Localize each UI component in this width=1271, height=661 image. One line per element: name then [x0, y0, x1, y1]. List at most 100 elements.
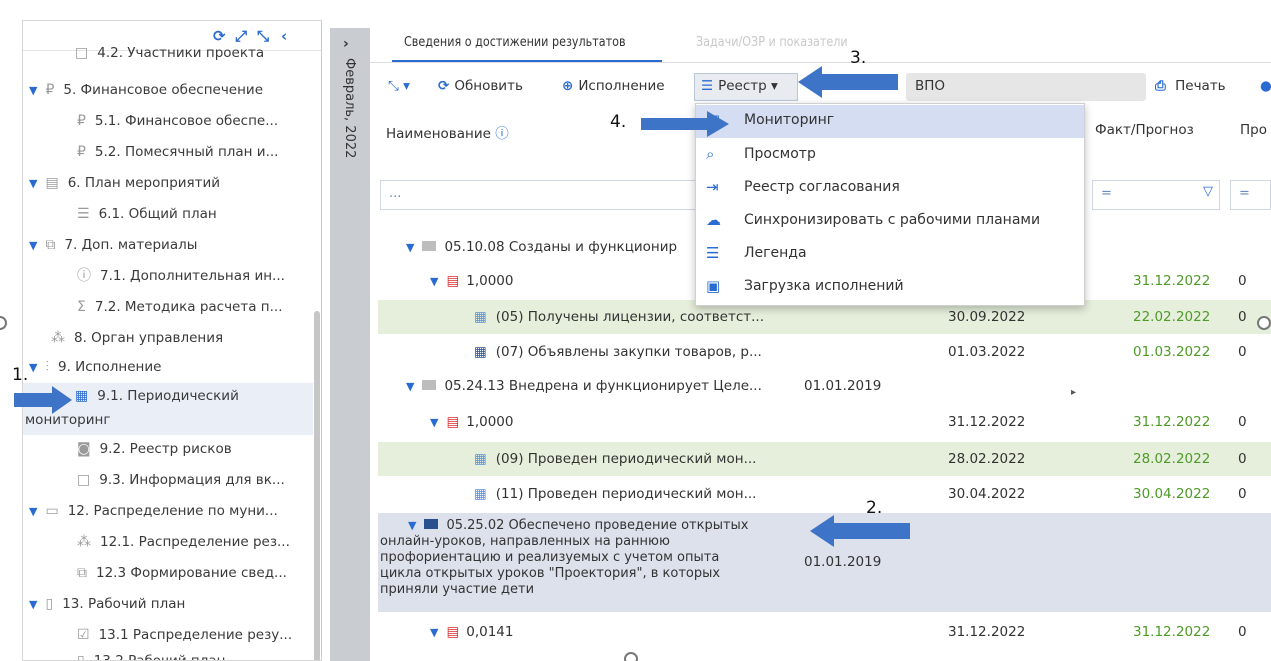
table-row[interactable]: ▦ (09) Проведен периодический мон... 28.0…: [378, 442, 1271, 476]
calendar-check-icon: ▦: [75, 388, 89, 404]
tree-item[interactable]: ▯ 13.2 Рабочий план...: [77, 649, 238, 660]
annotation-label: 4.: [610, 112, 627, 132]
tree-item[interactable]: ⧉ 12.3 Формирование свед...: [77, 558, 287, 588]
list-icon: ☰: [706, 244, 720, 262]
caret-down-icon[interactable]: ▼: [430, 416, 438, 429]
table-row[interactable]: ▦ (07) Объявлены закупки товаров, р... 01…: [378, 335, 1271, 369]
registry-dropdown-menu: ▦Мониторинг ⌕Просмотр ⇥Реестр согласован…: [695, 103, 1085, 398]
caret-down-icon[interactable]: ▼: [29, 239, 37, 252]
tree-item[interactable]: ▼ ▤ 6. План мероприятий: [29, 168, 220, 198]
calendar-icon: ▦: [474, 309, 487, 325]
tree-item[interactable]: ▼ ▭ 12. Распределение по муни...: [29, 496, 278, 526]
filter-next-input[interactable]: =: [1230, 180, 1271, 210]
tree-item[interactable]: Σ 7.2. Методика расчета п...: [77, 292, 283, 322]
indicator-icon: ▤: [446, 273, 460, 289]
menu-item-legend[interactable]: ☰ Легенда: [696, 238, 1084, 271]
table-row[interactable]: ▼ 05.24.13 Внедрена и функционирует Целе.…: [378, 369, 1271, 403]
tree-item[interactable]: ⁂ 12.1. Распределение рез...: [77, 527, 290, 557]
registry-dropdown-button[interactable]: ☰ Реестр ▾: [694, 73, 798, 101]
tree-item[interactable]: ⁂ 8. Орган управления: [51, 323, 223, 353]
filter-name-input[interactable]: ...: [380, 180, 700, 210]
navigation-tree-panel: ⟳ ⤢ ⤡ ‹ □ 4.2. Участники проекта ▼ ₽5. Фин…: [22, 20, 322, 661]
filter-icon[interactable]: ▽: [1203, 184, 1213, 199]
caret-down-icon[interactable]: ▼: [29, 177, 37, 190]
column-header-name[interactable]: Наименование ⓘ: [386, 122, 509, 142]
tree-item[interactable]: ₽5.2. Помесячный план и...: [77, 137, 278, 167]
ruble-icon: ₽: [45, 82, 55, 98]
caret-down-icon[interactable]: ▼: [29, 361, 37, 374]
tree-item[interactable]: ◙ 9.2. Реестр рисков: [77, 434, 232, 464]
annotation-arrow-right-icon: [14, 386, 72, 414]
menu-item-sync-work-plans[interactable]: ☁ Синхронизировать с рабочими планами: [696, 205, 1084, 238]
chevron-left-icon[interactable]: ‹: [281, 27, 287, 45]
column-header-next[interactable]: Про: [1240, 122, 1267, 138]
menu-item-view[interactable]: ⌕ Просмотр: [696, 139, 1084, 172]
tab-tasks[interactable]: Задачи/ОЗР и показатели: [696, 35, 848, 50]
tab-results[interactable]: Сведения о достижении результатов: [404, 35, 626, 50]
resize-handle-icon[interactable]: [1257, 316, 1271, 330]
expand-dropdown-button[interactable]: ⤡ ▾: [388, 78, 410, 94]
tree-item[interactable]: ☰ 6.1. Общий план: [77, 199, 217, 229]
documents-icon: ⧉: [77, 565, 87, 581]
tree-item[interactable]: □ 4.2. Участники проекта: [75, 45, 264, 61]
help-icon[interactable]: ⓘ: [495, 126, 509, 142]
org-icon: ⁂: [51, 330, 65, 346]
risk-icon: ◙: [77, 441, 91, 457]
menu-item-upload-executions[interactable]: ▣ Загрузка исполнений: [696, 271, 1084, 304]
folder-icon: [422, 380, 437, 390]
resize-handle-icon[interactable]: [0, 316, 7, 330]
printer-icon: ⎙: [1155, 78, 1166, 94]
caret-down-icon[interactable]: ▼: [406, 380, 414, 393]
hierarchy-icon: ⁂: [77, 534, 91, 550]
collapse-icon[interactable]: ⤡: [257, 27, 269, 45]
folder-icon: ▭: [45, 503, 59, 519]
search-input[interactable]: ВПО: [906, 73, 1146, 101]
caret-down-icon[interactable]: ▼: [29, 598, 37, 611]
caret-down-icon[interactable]: ▼: [430, 275, 438, 288]
tree-item-periodic-monitoring[interactable]: ▦ 9.1. Периодический: [75, 385, 239, 407]
expand-icon[interactable]: ⤢: [235, 27, 247, 45]
tree-item[interactable]: ☑ 13.1 Распределение резу...: [77, 620, 292, 650]
more-icon[interactable]: ●: [1260, 78, 1271, 94]
refresh-icon[interactable]: ⟳: [213, 27, 226, 45]
filter-fact-input[interactable]: = ▽: [1092, 180, 1220, 210]
tree-item[interactable]: ▼ ▯ 13. Рабочий план: [29, 589, 185, 619]
chevron-right-icon[interactable]: ›: [343, 36, 349, 52]
caret-down-icon[interactable]: ▼: [29, 505, 37, 518]
tree-scrollbar[interactable]: [314, 311, 320, 660]
calendar-icon: ▦: [474, 451, 487, 467]
table-row[interactable]: ▼ ▤ 1,0000 31.12.2022 31.12.2022 0: [378, 405, 1271, 439]
caret-down-icon[interactable]: ▼: [406, 241, 414, 254]
annotation-arrow-left-icon: [810, 515, 910, 547]
tree-item[interactable]: ⓘ 7.1. Дополнительная ин...: [77, 261, 285, 291]
resize-handle-icon[interactable]: [624, 652, 638, 661]
tree-item[interactable]: ▼ ⫶ 9. Исполнение: [29, 352, 161, 382]
caret-down-icon[interactable]: ▼: [408, 519, 416, 532]
submenu-arrow-icon: ▸: [1071, 387, 1077, 398]
upload-file-icon: ▣: [706, 277, 721, 295]
documents-icon: ⧉: [45, 237, 56, 253]
execution-button[interactable]: ⊕ Исполнение: [562, 78, 665, 94]
tree-item[interactable]: □ 9.3. Информация для вк...: [77, 465, 285, 495]
column-header-fact[interactable]: Факт/Прогноз: [1095, 122, 1194, 138]
table-row[interactable]: ▦ (11) Проведен периодический мон... 30.0…: [378, 477, 1271, 511]
tree-item[interactable]: ₽5.1. Финансовое обеспе...: [77, 106, 278, 136]
tree-item[interactable]: ▼ ⧉ 7. Доп. материалы: [29, 230, 197, 260]
checklist-icon: ☑: [77, 627, 90, 643]
tree-item[interactable]: ▼ ₽5. Финансовое обеспечение: [29, 75, 263, 105]
caret-down-icon[interactable]: ▼: [29, 84, 37, 97]
refresh-button[interactable]: ⟳ Обновить: [438, 78, 523, 94]
period-collapse-panel[interactable]: › Февраль, 2022: [330, 28, 370, 661]
menu-item-monitoring[interactable]: ▦Мониторинг: [696, 105, 1084, 138]
info-icon: ⓘ: [77, 268, 91, 284]
table-row[interactable]: ▼ ▤ 0,0141 31.12.2022 31.12.2022 0: [378, 615, 1271, 649]
caret-down-icon[interactable]: ▼: [430, 626, 438, 639]
refresh-icon: ⟳: [438, 78, 450, 94]
period-label: Февраль, 2022: [342, 58, 357, 159]
indicator-icon: ▤: [446, 414, 460, 430]
print-button[interactable]: ⎙ Печать: [1155, 78, 1226, 94]
sigma-icon: Σ: [77, 299, 86, 315]
menu-item-approval-registry[interactable]: ⇥ Реестр согласования: [696, 172, 1084, 205]
chart-icon: ⫶: [45, 359, 49, 375]
arrow-to-right-icon: ⇥: [706, 178, 719, 196]
